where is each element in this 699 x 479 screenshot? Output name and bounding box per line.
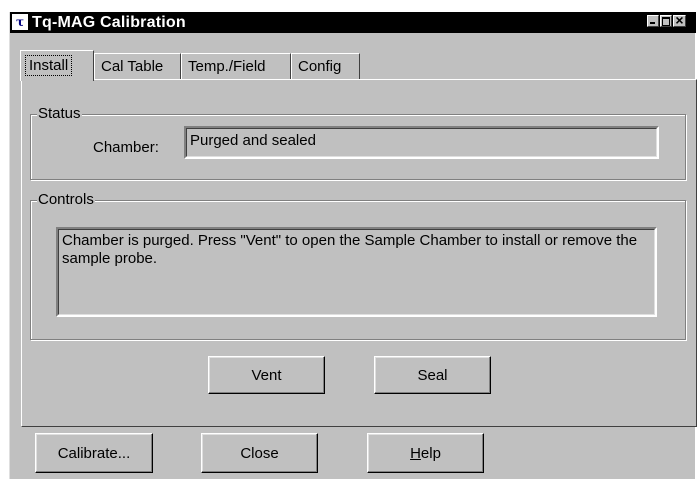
tab-config[interactable]: Config <box>291 53 360 79</box>
maximize-icon[interactable] <box>660 15 672 27</box>
tab-install-label: Install <box>24 55 73 76</box>
window-title: Tq-MAG Calibration <box>32 14 186 31</box>
seal-button[interactable]: Seal <box>374 356 491 394</box>
tab-config-label: Config <box>298 58 342 75</box>
vent-button[interactable]: Vent <box>208 356 325 394</box>
controls-group-label: Controls <box>37 191 95 208</box>
controls-message-box: Chamber is purged. Press "Vent" to open … <box>56 227 657 317</box>
controls-message: Chamber is purged. Press "Vent" to open … <box>62 232 638 267</box>
tab-cal-table-label: Cal Table <box>101 58 164 75</box>
minimize-icon[interactable] <box>647 15 659 27</box>
title-bar[interactable]: τ Tq-MAG Calibration <box>10 12 696 33</box>
vent-button-label: Vent <box>251 366 282 384</box>
chamber-status-field: Purged and sealed <box>184 126 659 159</box>
close-button[interactable]: Close <box>201 433 318 473</box>
install-tab-panel: Status Chamber: Purged and sealed Contro… <box>21 79 697 427</box>
chamber-status-value: Purged and sealed <box>190 132 316 149</box>
app-icon[interactable]: τ <box>12 14 28 30</box>
tab-cal-table[interactable]: Cal Table <box>94 53 181 79</box>
tab-install[interactable]: Install <box>20 50 94 81</box>
tab-temp-field[interactable]: Temp./Field <box>181 53 291 79</box>
help-button[interactable]: Help <box>367 433 484 473</box>
tab-temp-field-label: Temp./Field <box>188 58 266 75</box>
help-button-label: Help <box>410 444 441 462</box>
status-group-label: Status <box>37 105 82 122</box>
close-button-label: Close <box>240 444 279 462</box>
chamber-label: Chamber: <box>93 139 159 156</box>
controls-group: Controls Chamber is purged. Press "Vent"… <box>30 191 686 340</box>
calibrate-button-label: Calibrate... <box>57 444 131 462</box>
calibrate-button[interactable]: Calibrate... <box>35 433 153 473</box>
calibration-window: τ Tq-MAG Calibration Install Cal Table T… <box>9 12 697 479</box>
close-icon[interactable] <box>673 12 686 28</box>
seal-button-label: Seal <box>417 366 448 384</box>
status-group: Status Chamber: Purged and sealed <box>30 105 686 180</box>
